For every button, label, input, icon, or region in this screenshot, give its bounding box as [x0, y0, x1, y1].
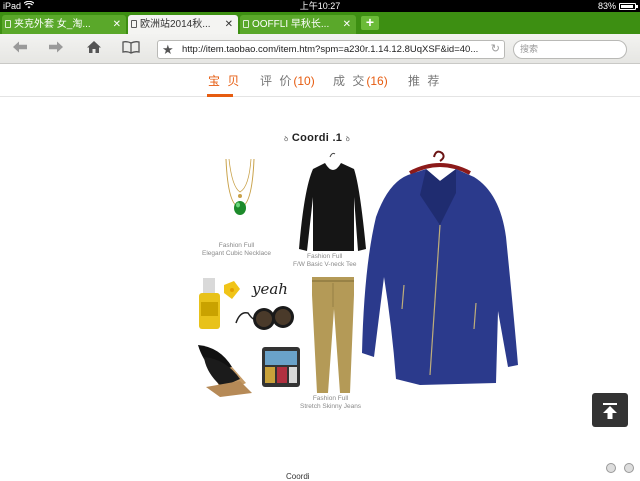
tab-title: 夹克外套 女_淘...	[14, 19, 91, 30]
star-icon[interactable]: ★	[162, 41, 174, 58]
page-icon	[243, 20, 249, 28]
tab-reviews[interactable]: 评 价(10)	[260, 72, 315, 89]
caption-line: Fashion Full	[307, 253, 343, 260]
address-bar[interactable]: ★ http://item.taobao.com/item.htm?spm=a2…	[157, 40, 505, 59]
necklace-caption: Fashion Full Elegant Cubic Necklace	[202, 242, 271, 258]
browser-toolbar: ★ http://item.taobao.com/item.htm?spm=a2…	[0, 34, 640, 64]
tee-caption: Fashion Full F/W Basic V-neck Tee	[293, 253, 356, 269]
new-tab-button[interactable]: +	[361, 15, 379, 30]
sunglasses-image	[235, 306, 294, 330]
necklace-image	[225, 158, 255, 215]
caption-line: Elegant Cubic Necklace	[202, 250, 272, 257]
handwriting-text: yeah	[252, 280, 288, 298]
home-icon	[87, 41, 101, 53]
browser-tab-1[interactable]: 夹克外套 女_淘... ✕	[2, 15, 126, 34]
navy-jacket-image	[362, 150, 518, 385]
browser-tab-2[interactable]: 欧洲站2014秋... ✕	[128, 15, 238, 34]
back-button[interactable]	[10, 40, 30, 58]
tab-count: (10)	[293, 74, 315, 88]
url-text: http://item.taobao.com/item.htm?spm=a230…	[182, 44, 479, 55]
caption-line: F/W Basic V-neck Tee	[293, 261, 357, 268]
print-icon[interactable]	[606, 463, 616, 473]
black-tee-image	[299, 152, 366, 251]
tab-title: OOFFLI 早秋长...	[252, 19, 330, 30]
forward-button[interactable]	[46, 40, 66, 58]
tab-recommend[interactable]: 推 荐	[408, 72, 441, 89]
close-tab-icon[interactable]: ✕	[113, 15, 121, 34]
caption-line: Fashion Full	[218, 242, 255, 249]
next-coordi-title: Coordi	[286, 472, 310, 481]
battery-icon	[619, 2, 638, 10]
clock: 上午10:27	[299, 1, 341, 11]
nail-polish-image	[199, 278, 220, 329]
book-icon	[122, 41, 140, 54]
status-bar: iPad 上午10:27 83%	[0, 0, 640, 12]
item-tabs: 宝 贝 评 价(10) 成 交(16) 推 荐	[0, 64, 640, 97]
caption-line: Stretch Skinny Jeans	[300, 403, 362, 410]
battery-percent: 83%	[597, 1, 616, 11]
close-tab-icon[interactable]: ✕	[343, 15, 351, 34]
outfit-collage	[198, 150, 518, 397]
browser-tab-3[interactable]: OOFFLI 早秋长... ✕	[240, 15, 356, 34]
bookmarks-button[interactable]	[121, 40, 141, 58]
arrow-up-icon	[603, 403, 617, 419]
tab-label: 宝 贝	[208, 74, 242, 88]
search-placeholder: 搜索	[520, 44, 539, 54]
arrow-left-icon	[13, 41, 27, 53]
page-icon	[131, 20, 137, 28]
tab-item[interactable]: 宝 贝	[208, 72, 241, 89]
info-icon[interactable]	[624, 463, 634, 473]
tab-sales[interactable]: 成 交(16)	[333, 72, 388, 89]
scroll-to-top-button[interactable]	[592, 393, 628, 427]
tab-count: (16)	[366, 74, 388, 88]
yellow-flower-image	[224, 281, 240, 299]
arrow-right-icon	[49, 41, 63, 53]
makeup-kit-image	[262, 347, 300, 387]
close-tab-icon[interactable]: ✕	[225, 15, 233, 34]
wedge-shoes-image	[198, 345, 252, 397]
reload-icon[interactable]: ↻	[488, 41, 500, 58]
jeans-image	[312, 277, 354, 393]
tab-label: 成 交	[333, 74, 367, 88]
search-input[interactable]: 搜索	[513, 40, 627, 59]
tab-label: 推 荐	[408, 74, 442, 88]
product-detail-content: ꝺ Coordi .1 ꝺ Fashion Full Elegant Cubic…	[0, 97, 640, 481]
tab-title: 欧洲站2014秋...	[140, 19, 211, 30]
tab-label: 评 价	[260, 74, 294, 88]
browser-tab-bar: 夹克外套 女_淘... ✕ 欧洲站2014秋... ✕ OOFFLI 早秋长..…	[0, 12, 640, 34]
page-icon	[5, 20, 11, 28]
home-button[interactable]	[84, 40, 104, 58]
caption-line: Fashion Full	[312, 395, 349, 402]
jeans-caption: Fashion Full Stretch Skinny Jeans	[300, 395, 361, 411]
